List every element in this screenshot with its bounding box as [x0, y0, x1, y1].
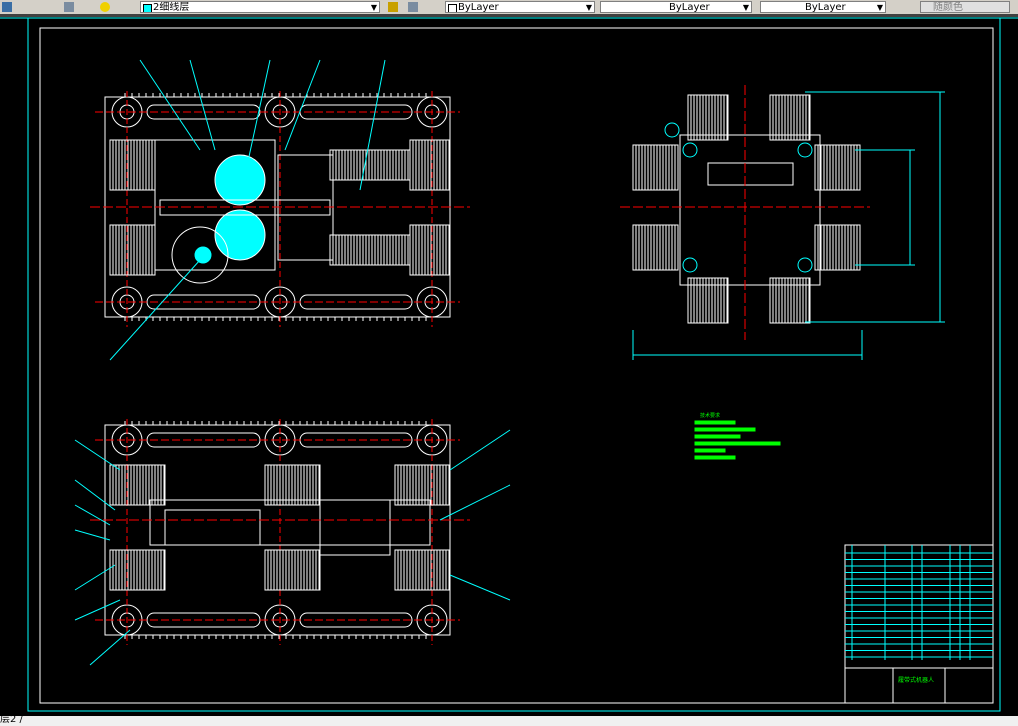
layer-states-icon[interactable] [64, 2, 74, 12]
outer-frame [27, 17, 1001, 712]
top-view [90, 59, 470, 361]
chevron-down-icon: ▼ [370, 3, 377, 12]
motor [319, 499, 391, 556]
track-outline [104, 424, 451, 636]
roller [109, 224, 156, 276]
drawing-frame [39, 27, 994, 704]
layer-manager-icon[interactable] [2, 2, 12, 12]
layer-on-icon[interactable] [100, 2, 110, 12]
color-swatch [448, 4, 457, 12]
leader-line [74, 479, 116, 511]
roller [109, 139, 156, 191]
chevron-down-icon: ▼ [742, 3, 749, 12]
layer-previous-icon[interactable] [408, 2, 418, 12]
note-line [694, 455, 736, 460]
note-line [694, 434, 741, 439]
make-current-layer-icon[interactable] [388, 2, 398, 12]
bolt [797, 257, 813, 273]
note-line [694, 448, 726, 453]
note-line [694, 420, 736, 425]
leader-line [74, 564, 116, 591]
bolt [682, 257, 698, 273]
chevron-down-icon: ▼ [585, 3, 592, 12]
gear-hub [194, 246, 212, 264]
note-line [694, 427, 756, 432]
bolt [664, 122, 680, 138]
roller [632, 144, 679, 191]
lineweight-dropdown[interactable]: ByLayer ▼ [760, 1, 886, 13]
technical-notes: 技术要求 [694, 412, 781, 460]
bolt [682, 142, 698, 158]
roller [814, 144, 861, 191]
drawing-canvas[interactable]: 技术要求 履带式机器人 [0, 17, 1018, 716]
gear [214, 154, 266, 206]
end-view [620, 85, 945, 360]
bolt [797, 142, 813, 158]
notes-title: 技术要求 [700, 412, 720, 419]
properties-toolbar: 2细线层 ▼ ByLayer ▼ ByLayer ▼ ByLayer ▼ 随颜色 [0, 0, 1018, 14]
roller [814, 224, 861, 271]
frame-body [149, 499, 431, 546]
leader-line [74, 599, 121, 621]
title-block: 履带式机器人 [844, 544, 994, 704]
side-view [74, 419, 511, 666]
drawing-title: 履带式机器人 [898, 676, 934, 684]
color-dropdown[interactable]: ByLayer ▼ [445, 1, 595, 13]
layer-color-swatch [143, 4, 152, 12]
note-line [694, 441, 781, 446]
slot [707, 162, 794, 186]
plot-style-dropdown[interactable]: 随颜色 [920, 1, 1010, 13]
gear [214, 209, 266, 261]
leader-line [449, 574, 511, 601]
gear-train [164, 509, 261, 546]
leader-line [449, 429, 511, 471]
leader-line [74, 439, 121, 471]
roller [632, 224, 679, 271]
cad-drawing[interactable]: 技术要求 履带式机器人 [0, 17, 1018, 716]
command-line[interactable]: 层2 / [0, 715, 1018, 726]
chevron-down-icon: ▼ [876, 3, 883, 12]
linetype-dropdown[interactable]: ByLayer ▼ [600, 1, 752, 13]
layer-dropdown[interactable]: 2细线层 ▼ [140, 1, 380, 13]
